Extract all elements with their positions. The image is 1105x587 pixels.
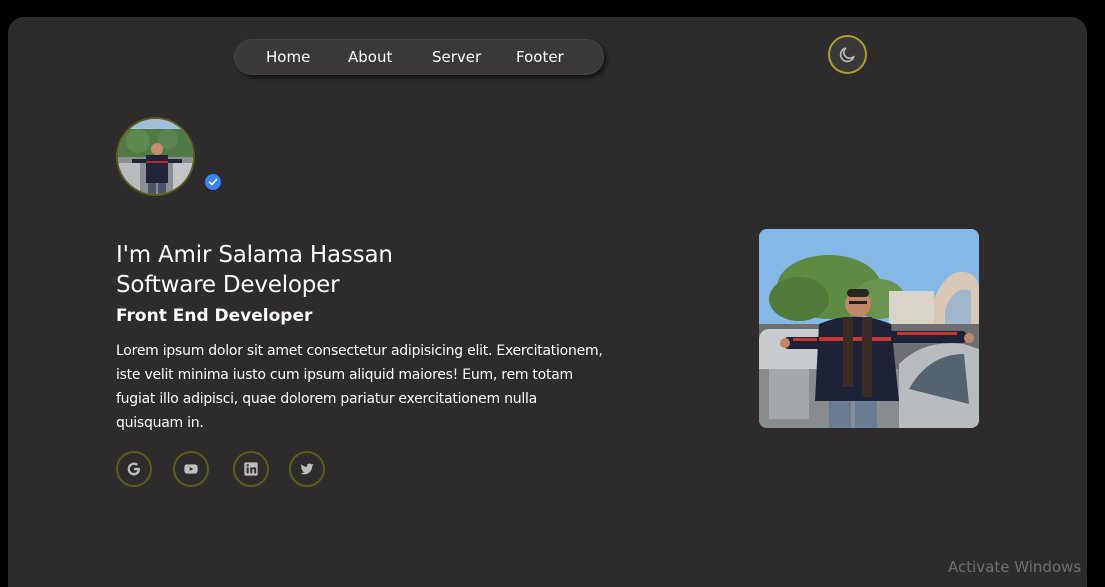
theme-toggle-button[interactable] bbox=[828, 35, 867, 74]
linkedin-icon bbox=[244, 462, 258, 476]
youtube-icon bbox=[184, 464, 198, 474]
hero-name: I'm Amir Salama Hassan bbox=[116, 242, 393, 268]
nav-about-link[interactable]: About bbox=[348, 39, 392, 75]
linkedin-link[interactable] bbox=[233, 451, 269, 487]
portrait-image bbox=[759, 229, 979, 428]
hero-subheading: Front End Developer bbox=[116, 306, 313, 326]
twitter-link[interactable] bbox=[289, 451, 325, 487]
main-nav: Home About Server Footer bbox=[234, 39, 604, 75]
hero-bio: Lorem ipsum dolor sit amet consectetur a… bbox=[116, 343, 603, 431]
nav-footer-link[interactable]: Footer bbox=[516, 39, 564, 75]
avatar bbox=[116, 117, 195, 196]
google-icon bbox=[127, 462, 140, 476]
nav-server-link[interactable]: Server bbox=[432, 39, 481, 75]
google-link[interactable] bbox=[116, 451, 152, 487]
hero-photo bbox=[759, 229, 979, 428]
activation-watermark: Activate Windows bbox=[948, 558, 1082, 576]
hero-headline: I'm Amir Salama Hassan Software Develope… bbox=[116, 240, 393, 300]
youtube-link[interactable] bbox=[173, 451, 209, 487]
moon-icon bbox=[839, 47, 855, 63]
nav-home-link[interactable]: Home bbox=[266, 39, 310, 75]
verified-check-icon bbox=[208, 178, 218, 186]
hero-role: Software Developer bbox=[116, 272, 340, 298]
twitter-icon bbox=[300, 463, 314, 475]
verified-badge bbox=[205, 174, 221, 190]
